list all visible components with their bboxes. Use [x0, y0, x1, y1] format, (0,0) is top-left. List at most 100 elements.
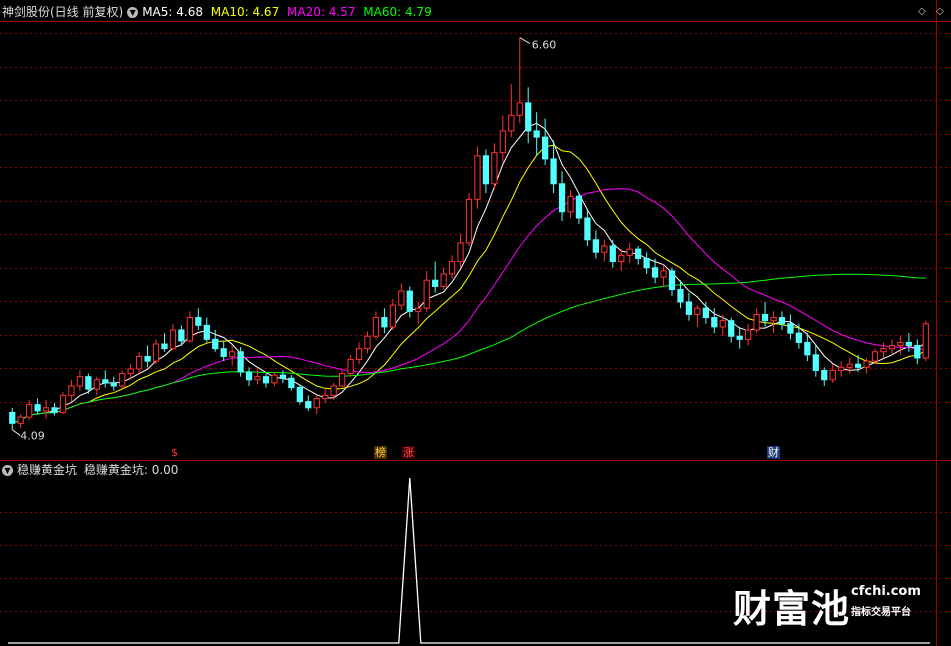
diamond-icon[interactable]: ◇ [936, 6, 944, 17]
candle-body [745, 329, 752, 340]
candle-body [440, 273, 447, 287]
candle-body [144, 355, 151, 362]
candle-body [499, 130, 506, 154]
candle-body [677, 289, 684, 303]
candle-body [880, 348, 887, 353]
candle-body [533, 130, 540, 138]
ma5-line [12, 122, 927, 424]
candle-body [110, 382, 117, 387]
candle-body [229, 351, 236, 357]
candle-body [254, 376, 261, 381]
candle-body [728, 320, 735, 337]
indicator-title: 稳赚黄金坑 [17, 463, 78, 477]
candle-body [195, 317, 202, 326]
candle-body [85, 376, 92, 390]
candle-body [372, 317, 380, 337]
ma5-label: MA5: 4.68 [142, 5, 203, 19]
candle-body [770, 317, 777, 322]
candle-body [279, 374, 287, 379]
candle-body [169, 329, 177, 350]
zhang-marker[interactable]: 涨 [402, 446, 415, 459]
candle-body [474, 155, 481, 200]
candle-body [288, 377, 295, 389]
chart-header: 神剑股份(日线 前复权) ▼ MA5: 4.68 MA10: 4.67 MA20: … [2, 5, 432, 19]
candle-body [694, 307, 701, 315]
candle-body [186, 317, 193, 342]
candle-body [17, 416, 24, 424]
candle-body [457, 242, 464, 263]
stock-chart[interactable]: 6.60 4.09 [0, 0, 951, 646]
candle-body [347, 359, 354, 375]
candle-body [26, 404, 33, 418]
candle-body [381, 317, 388, 328]
chevron-down-icon[interactable]: ▼ [127, 7, 139, 18]
watermark-brand: 财富池 [733, 587, 851, 631]
candle-body [635, 248, 642, 259]
candle-body [804, 341, 811, 356]
min-pointer [11, 429, 21, 436]
candle-body [330, 385, 337, 396]
max-price-label: 6.60 [532, 39, 557, 52]
candle-body [271, 374, 278, 384]
candle-body [905, 341, 912, 347]
candle-body [550, 158, 557, 185]
candle-body [127, 368, 134, 375]
candle-body [736, 335, 743, 340]
candle-body [68, 385, 75, 396]
candle-body [406, 290, 413, 312]
candle-body [465, 198, 473, 244]
candle-body [778, 317, 786, 325]
candle-body [389, 304, 396, 328]
watermark-tagline: 指标交易平台 [851, 607, 911, 618]
candle-body [76, 376, 84, 387]
candle-body [262, 376, 270, 384]
candle-body [423, 279, 430, 309]
candle-body [34, 404, 41, 412]
candle-body [135, 355, 143, 370]
candle-body [220, 348, 227, 357]
max-pointer [519, 37, 531, 44]
candle-body [542, 136, 549, 160]
candle-body [59, 394, 67, 413]
candle-body [508, 114, 515, 132]
ma10-label: MA10: 4.67 [210, 5, 280, 19]
candle-body [863, 360, 870, 368]
candle-body [753, 313, 760, 331]
indicator-header: ▼ 稳赚黄金坑 稳赚黄金坑: 0.00 [2, 463, 178, 477]
candle-body [558, 183, 566, 213]
cai-marker[interactable]: 财 [767, 446, 780, 459]
candle-body [51, 407, 58, 413]
candle-body [795, 332, 803, 343]
candle-body [668, 270, 676, 291]
bang-marker[interactable]: 榜 [374, 446, 387, 459]
candle-body [237, 351, 244, 373]
candle-body [338, 373, 346, 387]
diamond-icon[interactable]: ◇ [918, 6, 926, 17]
candle-body [871, 351, 879, 362]
candle-body [203, 324, 210, 340]
candle-body [212, 338, 219, 350]
candle-body [914, 345, 921, 359]
candle-body [415, 307, 422, 312]
candle-body [922, 323, 929, 359]
candle-body [482, 155, 490, 185]
dollar-marker[interactable]: $ [170, 446, 179, 459]
candle-body [838, 366, 845, 371]
candle-body [888, 345, 896, 350]
candle-body [398, 290, 405, 306]
candle-body [93, 379, 100, 390]
candle-body [9, 411, 16, 424]
candle-body [102, 379, 109, 384]
candle-body [626, 248, 633, 256]
ma10-line [12, 144, 927, 424]
candle-body [355, 348, 363, 361]
candle-body [305, 401, 312, 409]
candle-body [592, 239, 600, 253]
candle-body [152, 343, 160, 362]
chevron-down-icon[interactable]: ▼ [2, 465, 13, 476]
candle-body [711, 317, 718, 328]
candle-body [42, 407, 50, 412]
candle-body [787, 323, 794, 334]
candle-body [322, 394, 329, 399]
candle-body [516, 102, 523, 116]
